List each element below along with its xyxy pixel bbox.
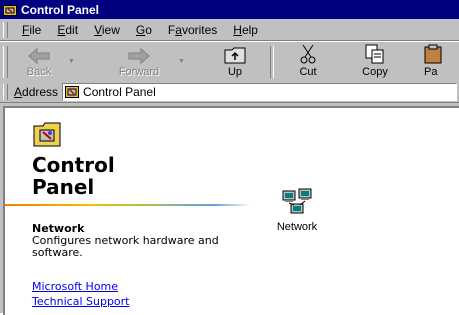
back-button[interactable]: Back — [14, 44, 64, 80]
menu-go[interactable]: Go — [128, 23, 160, 37]
scissors-icon — [300, 44, 316, 64]
copy-icon — [365, 44, 384, 64]
menu-file[interactable]: File — [14, 23, 49, 37]
technical-support-link[interactable]: Technical Support — [32, 295, 130, 308]
up-button[interactable]: Up — [210, 44, 260, 80]
microsoft-home-link[interactable]: Microsoft Home — [32, 280, 118, 293]
forward-dropdown-icon[interactable]: ▼ — [178, 58, 185, 65]
title-bar[interactable]: Control Panel — [0, 0, 459, 19]
paste-button[interactable]: Pa — [418, 44, 458, 80]
paste-label: Pa — [424, 66, 438, 78]
network-item[interactable]: Network — [267, 188, 327, 233]
toolbar-separator — [270, 46, 274, 78]
up-folder-icon — [224, 47, 246, 64]
network-label: Network — [276, 221, 318, 233]
title-underline — [5, 204, 251, 206]
control-panel-icon — [3, 4, 17, 16]
menu-edit[interactable]: Edit — [49, 23, 86, 37]
info-pane: Control Panel Network Configures network… — [5, 108, 251, 315]
copy-label: Copy — [362, 66, 388, 78]
back-dropdown-icon[interactable]: ▼ — [68, 58, 75, 65]
address-grip[interactable] — [3, 84, 8, 100]
forward-button[interactable]: Forward — [104, 44, 174, 80]
menu-grip[interactable] — [3, 22, 8, 38]
toolbar-grip[interactable] — [3, 46, 8, 78]
up-label: Up — [227, 66, 243, 78]
content-area: Control Panel Network Configures network… — [3, 106, 459, 315]
back-arrow-icon — [28, 48, 50, 64]
selected-item-description: Configures network hardware and software… — [32, 234, 219, 259]
menu-help[interactable]: Help — [225, 23, 266, 37]
menu-view[interactable]: View — [86, 23, 128, 37]
address-value: Control Panel — [83, 85, 156, 99]
paste-icon — [424, 44, 442, 64]
forward-label: Forward — [118, 66, 160, 78]
forward-arrow-icon — [128, 48, 150, 64]
toolbar: Back ▼ Forward ▼ Up Cut Copy Pa — [0, 41, 459, 83]
copy-button[interactable]: Copy — [350, 44, 400, 80]
back-label: Back — [26, 66, 52, 78]
address-label: Address — [14, 85, 59, 99]
address-input[interactable]: Control Panel — [62, 83, 457, 101]
address-bar: Address Control Panel — [0, 82, 459, 103]
control-panel-small-icon — [65, 86, 80, 98]
window-title: Control Panel — [21, 2, 100, 17]
cut-button[interactable]: Cut — [288, 44, 328, 80]
menu-bar: File Edit View Go Favorites Help — [0, 20, 459, 41]
cut-label: Cut — [299, 66, 317, 78]
page-title: Control Panel — [32, 153, 115, 199]
network-icon — [282, 188, 312, 214]
control-panel-large-icon — [33, 122, 61, 147]
window: Control Panel File Edit View Go Favorite… — [0, 0, 459, 315]
menu-favorites[interactable]: Favorites — [160, 23, 225, 37]
